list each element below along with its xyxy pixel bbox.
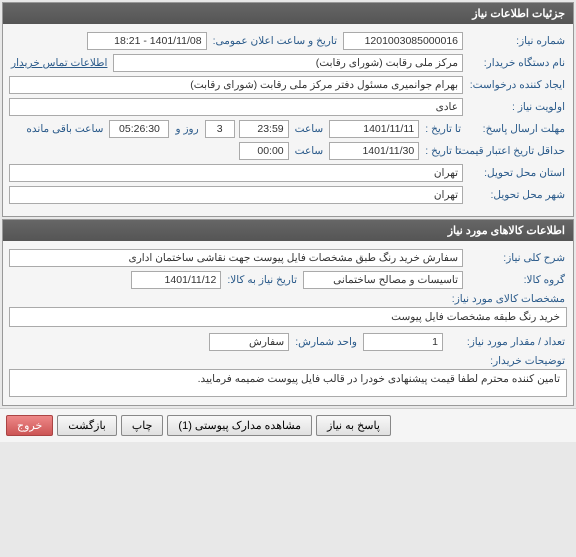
request-no: 1201003085000016 xyxy=(343,32,463,50)
reply-time: 23:59 xyxy=(239,120,289,138)
priority-label: اولویت نیاز : xyxy=(467,101,567,113)
delivery-prov: تهران xyxy=(9,164,463,182)
remaining-label: ساعت باقی مانده xyxy=(24,123,105,135)
button-bar: پاسخ به نیاز مشاهده مدارک پیوستی (1) چاپ… xyxy=(0,408,576,442)
desc-label: شرح کلی نیاز: xyxy=(467,252,567,264)
print-button[interactable]: چاپ xyxy=(121,415,164,436)
delivery-prov-label: استان محل تحویل: xyxy=(467,167,567,179)
public-announce: 1401/11/08 - 18:21 xyxy=(87,32,207,50)
delivery-city: تهران xyxy=(9,186,463,204)
delivery-city-label: شهر محل تحویل: xyxy=(467,189,567,201)
buyer-notes: تامین کننده محترم لطفا قیمت پیشنهادی خود… xyxy=(9,369,567,397)
buyer-org: مرکز ملی رقابت (شورای رقابت) xyxy=(113,54,463,72)
panel1-title: جزئیات اطلاعات نیاز xyxy=(3,3,573,24)
priority: عادی xyxy=(9,98,463,116)
countdown: 05:26:30 xyxy=(109,120,169,138)
group-label: گروه کالا: xyxy=(467,274,567,286)
unit: سفارش xyxy=(209,333,289,351)
public-announce-label: تاریخ و ساعت اعلان عمومی: xyxy=(211,35,339,47)
time-label-2: ساعت xyxy=(293,145,326,157)
buyer-contact-link[interactable]: اطلاعات تماس خریدار xyxy=(9,57,109,69)
attachments-button[interactable]: مشاهده مدارک پیوستی (1) xyxy=(167,415,312,436)
buyer-org-label: نام دستگاه خریدار: xyxy=(467,57,567,69)
days-remaining: 3 xyxy=(205,120,235,138)
price-valid-time: 00:00 xyxy=(239,142,289,160)
item-spec-label: مشخصات کالای مورد نیاز: xyxy=(450,293,567,305)
qty: 1 xyxy=(363,333,443,351)
buyer-notes-label: توضیحات خریدار: xyxy=(488,355,567,367)
group: تاسیسات و مصالح ساختمانی xyxy=(303,271,463,289)
reply-date: 1401/11/11 xyxy=(329,120,419,138)
requester: بهرام جوانمیری مسئول دفتر مرکز ملی رقابت… xyxy=(9,76,463,94)
need-date-label: تاریخ نیاز به کالا: xyxy=(225,274,299,286)
days-and-label: روز و xyxy=(173,123,200,135)
items-panel: اطلاعات کالاهای مورد نیاز شرح کلی نیاز: … xyxy=(2,219,574,406)
desc: سفارش خرید رنگ طبق مشخصات فایل پیوست جهت… xyxy=(9,249,463,267)
reply-deadline-label: مهلت ارسال پاسخ: xyxy=(467,123,567,135)
respond-button[interactable]: پاسخ به نیاز xyxy=(316,415,391,436)
item-spec: خرید رنگ طبقه مشخصات فایل پیوست xyxy=(9,307,567,327)
requester-label: ایجاد کننده درخواست: xyxy=(467,79,567,91)
price-valid-date: 1401/11/30 xyxy=(329,142,419,160)
to-date-label-2: تا تاریخ : xyxy=(423,145,463,157)
to-date-label-1: تا تاریخ : xyxy=(423,123,463,135)
qty-label: تعداد / مقدار مورد نیاز: xyxy=(447,336,567,348)
request-no-label: شماره نیاز: xyxy=(467,35,567,47)
time-label-1: ساعت xyxy=(293,123,326,135)
panel2-title: اطلاعات کالاهای مورد نیاز xyxy=(3,220,573,241)
need-date: 1401/11/12 xyxy=(131,271,221,289)
request-details-panel: جزئیات اطلاعات نیاز شماره نیاز: 12010030… xyxy=(2,2,574,217)
unit-label: واحد شمارش: xyxy=(293,336,359,348)
exit-button[interactable]: خروج xyxy=(6,415,53,436)
price-valid-label: حداقل تاریخ اعتبار قیمت: xyxy=(467,145,567,157)
back-button[interactable]: بازگشت xyxy=(57,415,117,436)
